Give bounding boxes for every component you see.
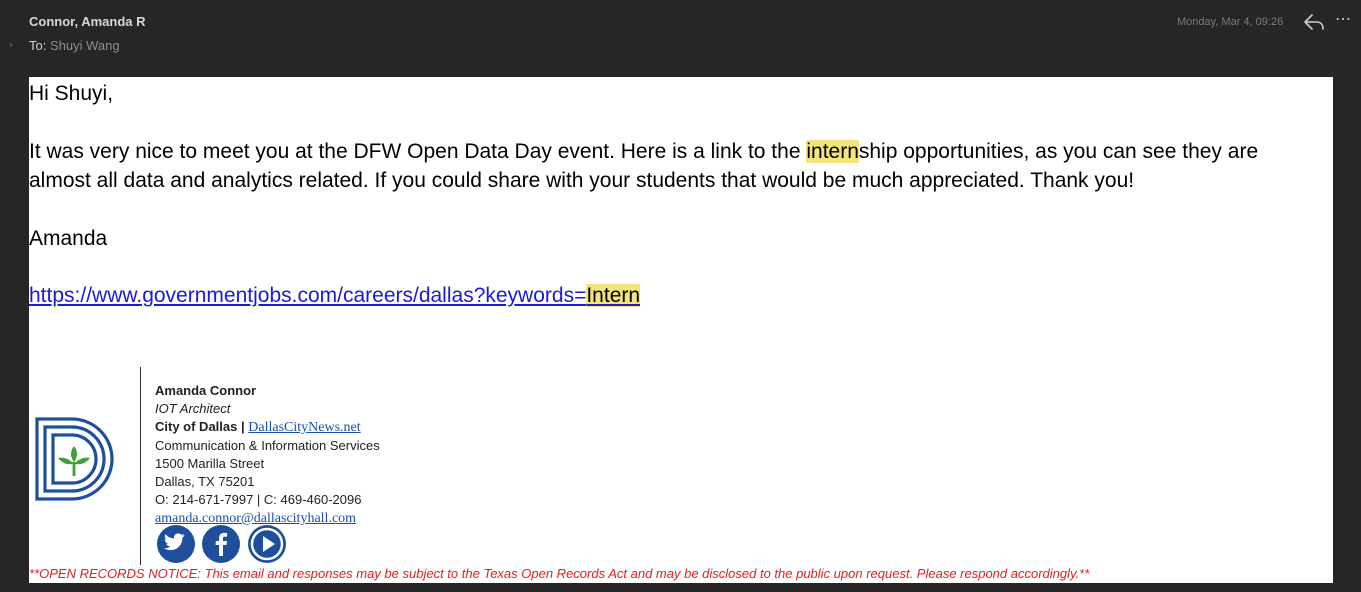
twitter-icon[interactable]	[157, 525, 195, 563]
dallas-city-news-link[interactable]: DallasCityNews.net	[248, 420, 360, 435]
signature-email-link[interactable]: amanda.connor@dallascityhall.com	[155, 511, 356, 526]
chevron-right-icon[interactable]: ›	[9, 39, 13, 51]
recipient-name[interactable]: Shuyi Wang	[50, 38, 120, 53]
more-icon[interactable]: ⋯	[1335, 9, 1351, 29]
paragraph-line-2: almost all data and analytics related. I…	[29, 169, 1135, 192]
signature-phones: O: 214-671-7997 | C: 469-460-2096	[155, 492, 362, 507]
search-highlight: intern	[806, 140, 859, 163]
signature-divider	[140, 367, 141, 565]
greeting: Hi Shuyi,	[29, 82, 114, 105]
facebook-icon[interactable]	[202, 525, 241, 563]
signature-title: IOT Architect	[155, 401, 231, 416]
search-highlight[interactable]: Intern	[586, 284, 641, 307]
open-records-notice: **OPEN RECORDS NOTICE: This email and re…	[29, 566, 1090, 581]
message-date: Monday, Mar 4, 09:26	[1177, 16, 1284, 28]
signoff: Amanda	[29, 227, 108, 250]
link-prefix[interactable]: https://www.governmentjobs.com/careers/d…	[29, 284, 586, 307]
paragraph-text: ship opportunities, as you can see they …	[858, 140, 1259, 163]
jobs-link[interactable]: https://www.governmentjobs.com/careers/d…	[29, 281, 641, 310]
signature-separator: |	[240, 419, 245, 434]
signature-dept: Communication & Information Services	[155, 438, 380, 453]
play-icon[interactable]	[247, 525, 286, 563]
paragraph-text: It was very nice to meet you at the DFW …	[29, 140, 807, 163]
signature-street: 1500 Marilla Street	[155, 456, 265, 471]
signature-org-line: City of Dallas | DallasCityNews.net	[155, 418, 380, 437]
message-body: Hi Shuyi, It was very nice to meet you a…	[29, 77, 1333, 583]
city-of-dallas-logo	[35, 417, 114, 501]
sender-name[interactable]: Connor, Amanda R	[29, 14, 146, 29]
to-label: To:	[29, 38, 47, 53]
jobs-link-text[interactable]: https://www.governmentjobs.com/careers/d…	[29, 284, 641, 307]
signature-org: City of Dallas	[155, 419, 238, 434]
signature-block: Amanda Connor IOT Architect City of Dall…	[155, 382, 380, 528]
signature-name: Amanda Connor	[155, 383, 257, 398]
social-links	[157, 525, 289, 568]
paragraph-line-1: It was very nice to meet you at the DFW …	[29, 137, 1258, 166]
recipient-line: To: Shuyi Wang	[29, 38, 120, 53]
reply-icon[interactable]	[1303, 11, 1325, 33]
signature-city: Dallas, TX 75201	[155, 474, 255, 489]
